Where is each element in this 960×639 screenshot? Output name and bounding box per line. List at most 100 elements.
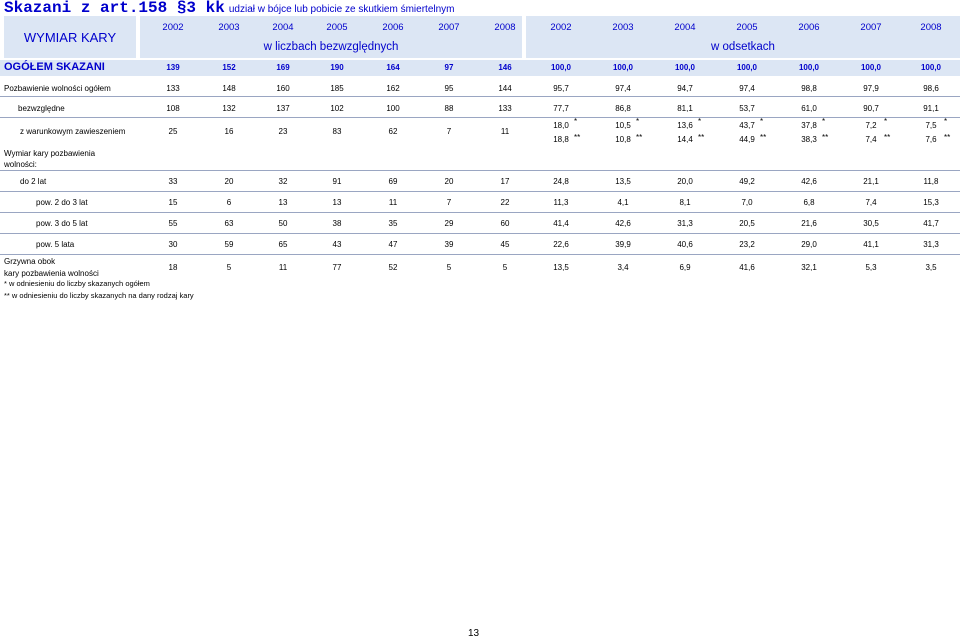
table-cell: 52 bbox=[388, 263, 398, 272]
table-cell: 8,1 bbox=[679, 198, 691, 207]
total-row-label: OGÓŁEM SKAZANI bbox=[4, 61, 105, 73]
table-cell: 144 bbox=[498, 84, 512, 93]
table-cell: 6 bbox=[226, 198, 232, 207]
double-star-marker: ** bbox=[944, 133, 951, 142]
row-divider bbox=[0, 191, 960, 192]
table-cell: 63 bbox=[224, 219, 234, 228]
table-cell: 20,0 bbox=[677, 177, 693, 186]
footnote-double-star: ** w odniesieniu do liczby skazanych na … bbox=[4, 291, 194, 300]
table-cell: 31,3 bbox=[677, 219, 693, 228]
year-column-header: 2003 bbox=[612, 22, 634, 33]
percent-span-label: w odsetkach bbox=[711, 41, 775, 53]
table-cell: 5 bbox=[502, 263, 508, 272]
row-label: pow. 2 do 3 lat bbox=[36, 198, 88, 207]
star-marker: * bbox=[944, 117, 948, 126]
table-cell: 25 bbox=[168, 127, 178, 136]
table-cell-star: 37,8 bbox=[801, 121, 817, 130]
document-title: Skazani z art.158 §3 kk bbox=[4, 0, 225, 17]
table-cell: 32 bbox=[278, 177, 288, 186]
table-cell: 77 bbox=[332, 263, 342, 272]
row-label: Wymiar kary pozbawienia wolności: bbox=[4, 149, 96, 169]
table-cell: 23,2 bbox=[739, 240, 755, 249]
double-star-marker: ** bbox=[760, 133, 767, 142]
year-column-header: 2006 bbox=[798, 22, 820, 33]
table-cell-star: 10,5 bbox=[615, 121, 631, 130]
table-cell: 50 bbox=[278, 219, 288, 228]
table-cell: 69 bbox=[388, 177, 398, 186]
table-cell: 32,1 bbox=[801, 263, 817, 272]
table-cell: 97,4 bbox=[615, 84, 631, 93]
page-number: 13 bbox=[468, 628, 480, 639]
table-cell: 65 bbox=[278, 240, 288, 249]
star-marker: * bbox=[698, 117, 702, 126]
year-column-header: 2007 bbox=[860, 22, 882, 33]
year-column-header: 2002 bbox=[550, 22, 572, 33]
table-cell: 62 bbox=[388, 127, 398, 136]
table-cell: 88 bbox=[444, 104, 454, 113]
footnote-star: * w odniesieniu do liczby skazanych ogół… bbox=[4, 279, 150, 288]
table-cell: 133 bbox=[166, 84, 180, 93]
table-cell: 11 bbox=[278, 263, 288, 272]
table-cell: 95 bbox=[444, 84, 454, 93]
table-cell: 24,8 bbox=[553, 177, 569, 186]
table-cell: 11,8 bbox=[923, 177, 939, 186]
year-column-header: 2007 bbox=[438, 22, 460, 33]
table-cell-star: 13,6 bbox=[677, 121, 693, 130]
double-star-marker: ** bbox=[698, 133, 705, 142]
total-value: 152 bbox=[222, 63, 236, 72]
table-cell: 16 bbox=[224, 127, 234, 136]
table-cell: 41,1 bbox=[863, 240, 879, 249]
year-column-header: 2004 bbox=[674, 22, 696, 33]
table-cell: 97,9 bbox=[863, 84, 879, 93]
year-column-header: 2005 bbox=[736, 22, 758, 33]
row-label: do 2 lat bbox=[20, 177, 47, 186]
star-marker: * bbox=[884, 117, 888, 126]
table-cell: 13,5 bbox=[615, 177, 631, 186]
total-value: 100,0 bbox=[736, 63, 758, 72]
table-cell: 4,1 bbox=[617, 198, 629, 207]
table-cell: 7,4 bbox=[865, 198, 877, 207]
table-cell: 86,8 bbox=[615, 104, 631, 113]
star-marker: * bbox=[822, 117, 826, 126]
double-star-marker: ** bbox=[574, 133, 581, 142]
table-cell: 53,7 bbox=[739, 104, 755, 113]
total-value: 139 bbox=[166, 63, 180, 72]
row-label-line1: Grzywna obok bbox=[4, 257, 56, 266]
year-column-header: 2004 bbox=[272, 22, 294, 33]
table-cell: 31,3 bbox=[923, 240, 939, 249]
table-cell: 18 bbox=[168, 263, 178, 272]
table-cell: 40,6 bbox=[677, 240, 693, 249]
total-value: 164 bbox=[386, 63, 400, 72]
row-label: bezwzględne bbox=[18, 104, 65, 113]
row-divider bbox=[0, 117, 960, 118]
table-cell: 29,0 bbox=[801, 240, 817, 249]
table-cell: 148 bbox=[222, 84, 236, 93]
document-subtitle: udział w bójce lub pobicie ze skutkiem ś… bbox=[228, 4, 455, 15]
table-cell: 6,9 bbox=[679, 263, 691, 272]
row-label: Pozbawienie wolności ogółem bbox=[4, 84, 111, 93]
table-cell: 15 bbox=[168, 198, 178, 207]
table-cell: 60 bbox=[500, 219, 510, 228]
year-column-header: 2008 bbox=[920, 22, 942, 33]
table-cell: 20 bbox=[444, 177, 454, 186]
table-cell: 91,1 bbox=[923, 104, 939, 113]
table-cell: 30 bbox=[168, 240, 178, 249]
year-column-header: 2003 bbox=[218, 22, 240, 33]
table-cell: 30,5 bbox=[863, 219, 879, 228]
total-value: 100,0 bbox=[550, 63, 572, 72]
table-cell: 7 bbox=[446, 198, 452, 207]
table-cell: 5 bbox=[226, 263, 232, 272]
total-value: 100,0 bbox=[920, 63, 942, 72]
double-star-marker: ** bbox=[636, 133, 643, 142]
table-cell: 83 bbox=[332, 127, 342, 136]
row-label: pow. 5 lata bbox=[36, 240, 75, 249]
table-cell-star: 7,2 bbox=[865, 121, 877, 130]
total-value: 169 bbox=[276, 63, 290, 72]
table-cell-star: 18,0 bbox=[553, 121, 569, 130]
table-cell: 97,4 bbox=[739, 84, 755, 93]
table-cell: 132 bbox=[222, 104, 236, 113]
table-cell: 5,3 bbox=[865, 263, 877, 272]
year-column-header: 2008 bbox=[494, 22, 516, 33]
table-cell: 162 bbox=[386, 84, 400, 93]
table-cell: 59 bbox=[224, 240, 234, 249]
